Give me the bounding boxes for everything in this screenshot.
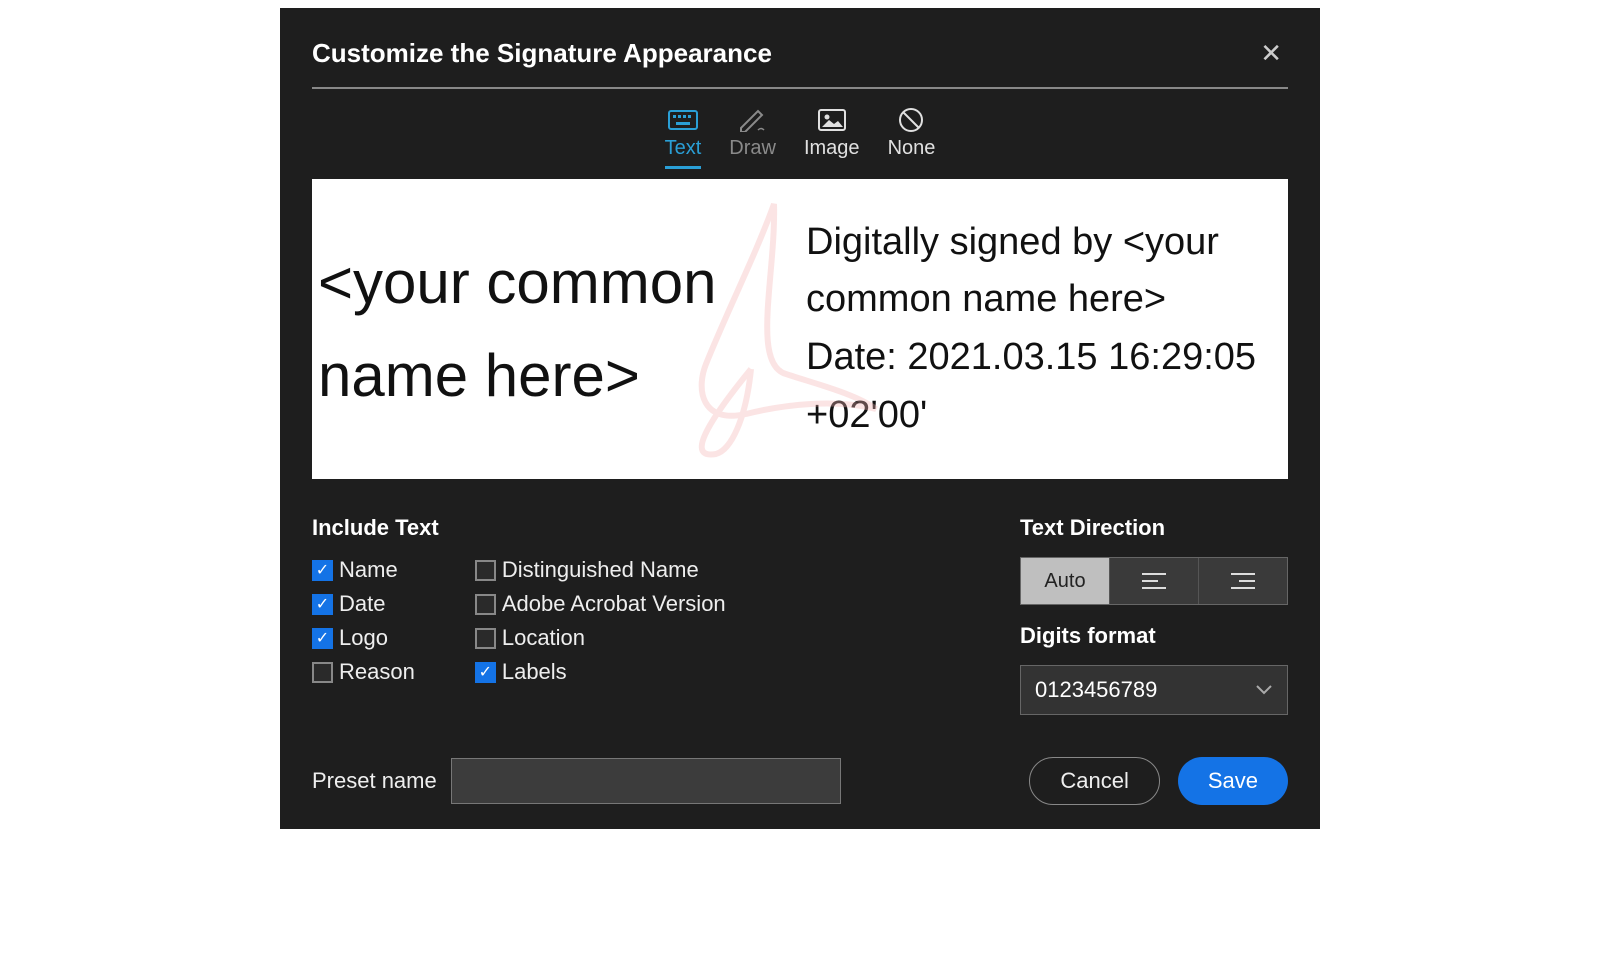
tab-none-label: None xyxy=(888,137,936,160)
digits-format-title: Digits format xyxy=(1020,623,1288,649)
preset-name-label: Preset name xyxy=(312,768,437,794)
checkbox-icon xyxy=(475,560,496,581)
tab-draw[interactable]: Draw xyxy=(729,107,776,169)
image-icon xyxy=(815,107,849,133)
text-direction-title: Text Direction xyxy=(1020,515,1288,541)
align-left-icon xyxy=(1142,572,1166,590)
dialog-footer: Preset name Cancel Save xyxy=(312,757,1288,805)
save-button[interactable]: Save xyxy=(1178,757,1288,805)
check-col-left: ✓Name ✓Date ✓Logo Reason xyxy=(312,557,415,685)
check-labels[interactable]: ✓Labels xyxy=(475,659,726,685)
pen-icon xyxy=(736,107,770,133)
tab-text-label: Text xyxy=(665,137,702,160)
checkbox-icon: ✓ xyxy=(475,662,496,683)
align-right-icon xyxy=(1231,572,1255,590)
right-options: Text Direction Auto Digits format 012345… xyxy=(1020,515,1288,715)
direction-rtl[interactable] xyxy=(1199,558,1287,604)
tab-draw-label: Draw xyxy=(729,137,776,160)
include-text-options: ✓Name ✓Date ✓Logo Reason Distinguished N… xyxy=(312,557,726,685)
direction-auto[interactable]: Auto xyxy=(1021,558,1110,604)
tab-text[interactable]: Text xyxy=(665,107,702,169)
keyboard-icon xyxy=(666,107,700,133)
signature-preview: <your common name here> Digitally signed… xyxy=(312,179,1288,479)
options-row: Include Text ✓Name ✓Date ✓Logo Reason Di… xyxy=(312,515,1288,715)
check-location[interactable]: Location xyxy=(475,625,726,651)
pdf-logo-icon xyxy=(656,194,896,464)
signature-method-tabs: Text Draw Image None xyxy=(312,107,1288,169)
chevron-down-icon xyxy=(1255,684,1273,696)
dialog-title: Customize the Signature Appearance xyxy=(312,38,772,69)
check-date[interactable]: ✓Date xyxy=(312,591,415,617)
check-name[interactable]: ✓Name xyxy=(312,557,415,583)
include-text-title: Include Text xyxy=(312,515,726,541)
digits-format-select[interactable]: 0123456789 xyxy=(1020,665,1288,715)
none-icon xyxy=(894,107,928,133)
check-col-right: Distinguished Name Adobe Acrobat Version… xyxy=(475,557,726,685)
cancel-button[interactable]: Cancel xyxy=(1029,757,1159,805)
tab-none[interactable]: None xyxy=(888,107,936,169)
dialog-buttons: Cancel Save xyxy=(1029,757,1288,805)
check-acrobat-version[interactable]: Adobe Acrobat Version xyxy=(475,591,726,617)
check-reason[interactable]: Reason xyxy=(312,659,415,685)
include-text-section: Include Text ✓Name ✓Date ✓Logo Reason Di… xyxy=(312,515,726,715)
dialog-header: Customize the Signature Appearance ✕ xyxy=(312,38,1288,89)
checkbox-icon: ✓ xyxy=(312,628,333,649)
tab-image-label: Image xyxy=(804,137,860,160)
digits-format-value: 0123456789 xyxy=(1035,677,1157,703)
signature-appearance-dialog: Customize the Signature Appearance ✕ Tex… xyxy=(280,8,1320,829)
text-direction-toggle: Auto xyxy=(1020,557,1288,605)
checkbox-icon xyxy=(475,628,496,649)
checkbox-icon xyxy=(312,662,333,683)
preset-name-input[interactable] xyxy=(451,758,841,804)
checkbox-icon: ✓ xyxy=(312,594,333,615)
checkbox-icon xyxy=(475,594,496,615)
preset-row: Preset name xyxy=(312,758,841,804)
check-distinguished-name[interactable]: Distinguished Name xyxy=(475,557,726,583)
check-logo[interactable]: ✓Logo xyxy=(312,625,415,651)
tab-image[interactable]: Image xyxy=(804,107,860,169)
close-button[interactable]: ✕ xyxy=(1254,38,1288,69)
checkbox-icon: ✓ xyxy=(312,560,333,581)
direction-ltr[interactable] xyxy=(1110,558,1199,604)
